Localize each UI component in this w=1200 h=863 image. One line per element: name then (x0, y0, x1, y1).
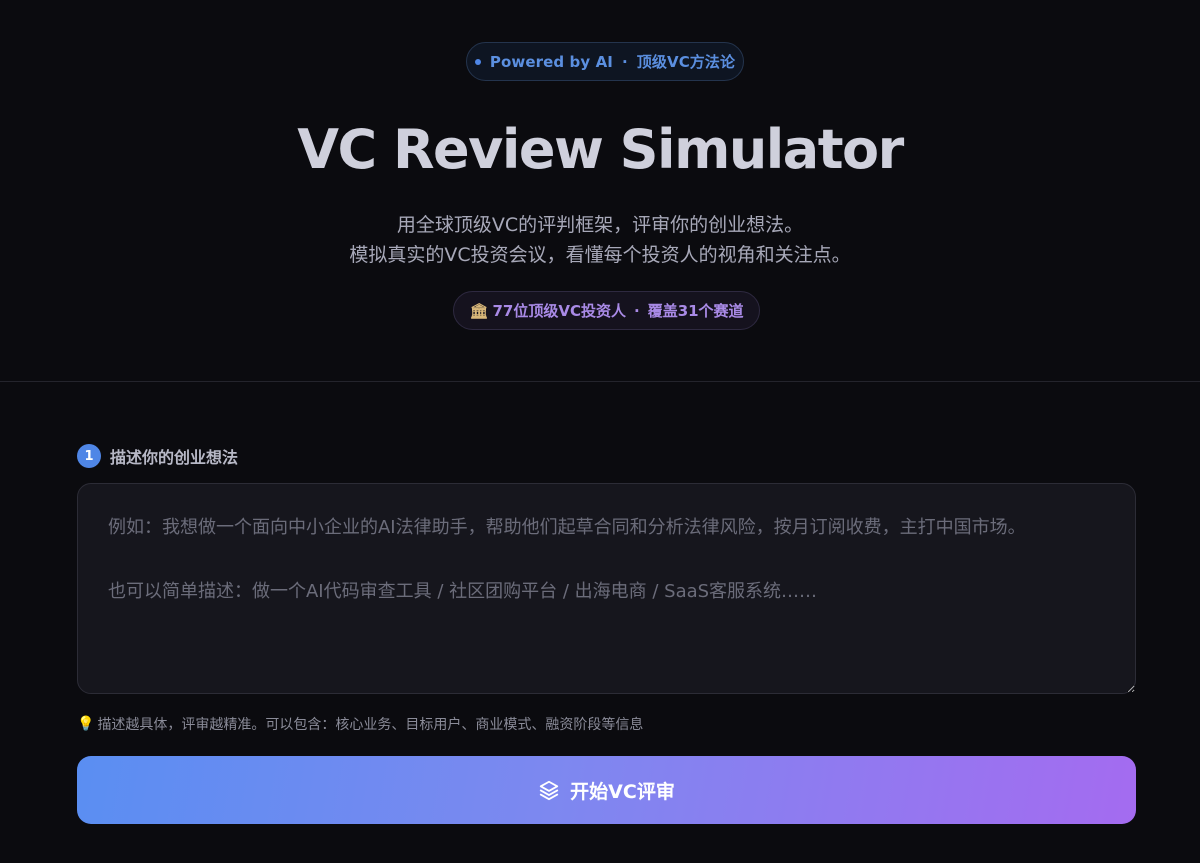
page-subtitle: 用全球顶级VC的评判框架，评审你的创业想法。 模拟真实的VC投资会议，看懂每个投… (0, 210, 1200, 270)
powered-by-badge: Powered by AI · 顶级VC方法论 (466, 42, 744, 81)
step-label: 描述你的创业想法 (110, 448, 239, 467)
stats-badge: 🏛 77位顶级VC投资人 · 覆盖31个赛道 (453, 291, 760, 330)
sector-count-text: 覆盖31个赛道 (647, 302, 744, 320)
hint-label: 描述越具体，评审越精准。可以包含：核心业务、目标用户、商业模式、融资阶段等信息 (97, 717, 644, 733)
idea-textarea[interactable] (77, 483, 1136, 694)
pill-separator: · (621, 52, 628, 71)
page-title: VC Review Simulator (297, 118, 904, 181)
section-divider (0, 381, 1200, 382)
subtitle-line-2: 模拟真实的VC投资会议，看懂每个投资人的视角和关注点。 (349, 244, 851, 266)
bank-icon: 🏛 (469, 301, 489, 320)
status-dot-icon (474, 58, 481, 65)
step-number-badge: 1 (77, 444, 101, 468)
investor-count-text: 77位顶级VC投资人 (492, 302, 626, 320)
hero-section: Powered by AI · 顶级VC方法论 VC Review Simula… (0, 0, 1200, 381)
start-review-button[interactable]: 开始VC评审 (77, 756, 1136, 824)
pill-separator: · (633, 301, 640, 320)
methodology-text: 顶级VC方法论 (636, 53, 736, 71)
subtitle-line-1: 用全球顶级VC的评判框架，评审你的创业想法。 (396, 214, 804, 236)
step-header: 1 描述你的创业想法 (77, 444, 238, 468)
layers-icon (540, 780, 559, 801)
lightbulb-icon: 💡 (77, 716, 95, 732)
hint-text: 💡 描述越具体，评审越精准。可以包含：核心业务、目标用户、商业模式、融资阶段等信… (77, 714, 643, 734)
powered-by-text: Powered by AI (489, 52, 613, 71)
page: Powered by AI · 顶级VC方法论 VC Review Simula… (0, 0, 1200, 863)
start-review-label: 开始VC评审 (570, 780, 675, 803)
